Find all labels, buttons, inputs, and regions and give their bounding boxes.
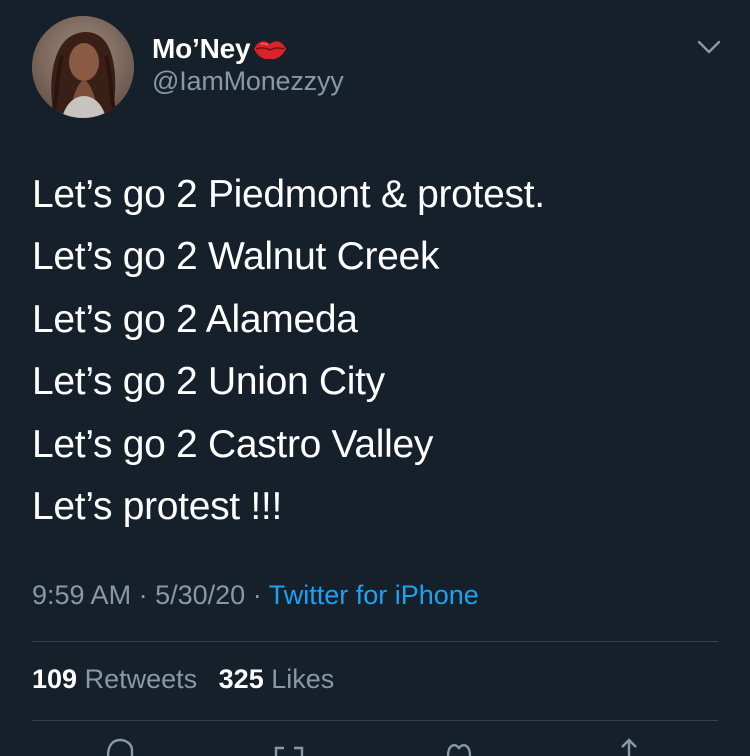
tweet-actions [0, 736, 750, 756]
tweet-source-link[interactable]: Twitter for iPhone [269, 580, 479, 610]
divider [32, 720, 718, 721]
divider [32, 641, 718, 642]
meta-separator: · [252, 580, 262, 610]
like-icon[interactable] [442, 736, 476, 756]
share-icon[interactable] [612, 736, 646, 756]
avatar-image [32, 16, 134, 118]
tweet-line: Let’s protest !!! [32, 485, 282, 529]
tweet-date[interactable]: 5/30/20 [155, 580, 245, 610]
tweet-time[interactable]: 9:59 AM [32, 580, 131, 610]
likes-stat[interactable]: 325 Likes [219, 664, 335, 695]
retweet-icon[interactable] [272, 736, 306, 756]
display-name-row: Mo’Ney [152, 29, 288, 69]
lips-icon [254, 41, 287, 60]
user-handle[interactable]: @IamMonezzyy [152, 66, 344, 97]
chevron-down-icon[interactable] [694, 36, 724, 58]
tweet-line: Let’s go 2 Alameda [32, 297, 358, 341]
tweet-line: Let’s go 2 Union City [32, 360, 385, 404]
retweets-stat[interactable]: 109 Retweets [32, 664, 197, 695]
meta-separator: · [138, 580, 148, 610]
tweet-line: Let’s go 2 Castro Valley [32, 422, 434, 466]
reply-icon[interactable] [102, 736, 136, 756]
tweet-meta: 9:59 AM · 5/30/20 · Twitter for iPhone [32, 580, 479, 611]
display-name[interactable]: Mo’Ney [152, 33, 251, 65]
avatar[interactable] [32, 16, 134, 118]
tweet-stats: 109 Retweets 325 Likes [32, 664, 348, 695]
retweets-count: 109 [32, 664, 78, 694]
likes-count: 325 [218, 664, 264, 694]
tweet-line: Let’s go 2 Piedmont & protest. [32, 173, 545, 216]
likes-label: Likes [271, 664, 335, 694]
tweet-text: Let’s go 2 Piedmont & protest. Let’s go … [32, 164, 722, 538]
tweet-line: Let’s go 2 Walnut Creek [32, 235, 440, 279]
retweets-label: Retweets [84, 664, 198, 694]
